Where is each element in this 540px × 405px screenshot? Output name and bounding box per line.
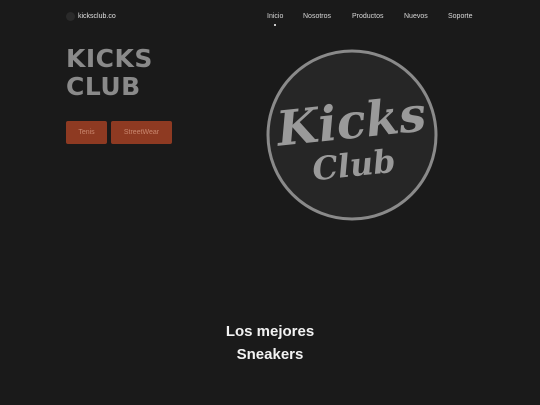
tagline-line2: Sneakers — [236, 346, 304, 363]
tenis-button[interactable]: Tenis — [66, 121, 107, 144]
tagline: Los mejores Sneakers — [0, 320, 540, 366]
nav-item-label: Inicio — [267, 13, 284, 20]
nav-item-productos[interactable]: Productos — [352, 13, 384, 20]
brand-link[interactable]: kicksclub.co — [66, 12, 116, 21]
tagline-line1: Los mejores — [225, 323, 315, 340]
brand-name: kicksclub.co — [78, 13, 116, 20]
nav-item-inicio[interactable]: Inicio — [267, 13, 284, 26]
brand-logo-icon — [66, 12, 75, 21]
nav-item-label: Productos — [352, 13, 384, 20]
main-nav: Inicio Nosotros Productos Nuevos Soporte — [266, 13, 473, 26]
hero-title-line1: KICKS — [66, 44, 153, 73]
nav-item-label: Nosotros — [303, 13, 332, 20]
hero-title-line2: CLUB — [66, 72, 141, 101]
tenis-button-label: Tenis — [78, 129, 95, 136]
nav-item-soporte[interactable]: Soporte — [448, 13, 473, 20]
nav-item-label: Soporte — [448, 13, 473, 20]
nav-item-label: Nuevos — [404, 13, 428, 20]
active-indicator-dot — [274, 24, 277, 26]
navbar: kicksclub.co Inicio Nosotros Productos N… — [0, 0, 540, 34]
nav-item-nosotros[interactable]: Nosotros — [303, 13, 331, 20]
nav-item-nuevos[interactable]: Nuevos — [404, 13, 428, 20]
streetwear-button[interactable]: StreetWear — [111, 121, 172, 144]
streetwear-button-label: StreetWear — [123, 129, 160, 136]
hero-title: KICKS CLUB — [66, 45, 153, 101]
kicks-club-logo: Kicks Club — [266, 49, 438, 221]
